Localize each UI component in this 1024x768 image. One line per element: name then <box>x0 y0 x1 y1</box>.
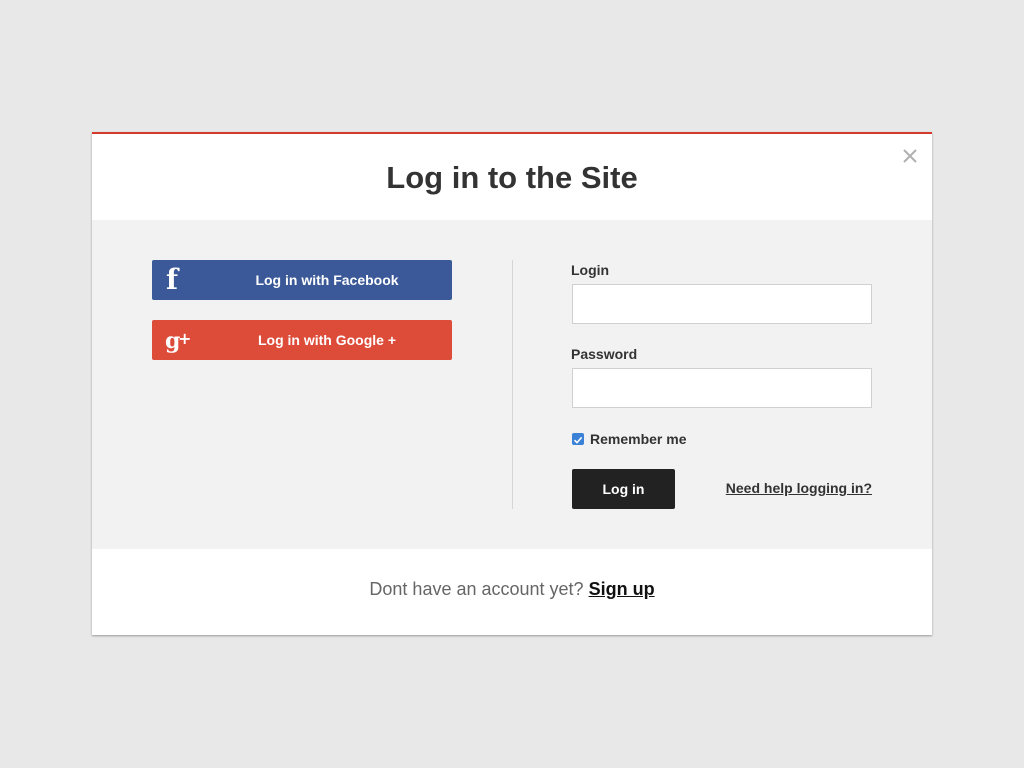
remember-me-checkbox[interactable] <box>572 433 584 445</box>
modal-body: f Log in with Facebook g + Log in with G… <box>92 220 932 549</box>
google-plus-icon: g + <box>152 320 202 360</box>
facebook-login-button[interactable]: f Log in with Facebook <box>152 260 452 300</box>
login-modal: Log in to the Site f Log in with Faceboo… <box>92 132 932 635</box>
password-input[interactable] <box>572 368 872 408</box>
modal-header: Log in to the Site <box>92 134 932 220</box>
login-input[interactable] <box>572 284 872 324</box>
google-login-label: Log in with Google + <box>257 332 397 348</box>
facebook-icon: f <box>166 263 179 296</box>
facebook-login-label: Log in with Facebook <box>255 272 399 288</box>
close-icon[interactable] <box>900 146 920 166</box>
login-label: Login <box>571 262 610 278</box>
signup-link[interactable]: Sign up <box>589 579 655 599</box>
signup-prompt: Dont have an account yet? <box>369 579 584 599</box>
remember-me-label[interactable]: Remember me <box>590 431 687 447</box>
vertical-divider <box>512 260 513 509</box>
google-login-button[interactable]: g + Log in with Google + <box>152 320 452 360</box>
checkmark-icon <box>573 436 583 444</box>
signup-prompt-row: Dont have an account yet? Sign up <box>92 579 932 600</box>
login-button[interactable]: Log in <box>572 469 675 509</box>
help-link[interactable]: Need help logging in? <box>726 480 872 496</box>
svg-text:+: + <box>178 329 191 348</box>
modal-footer: Dont have an account yet? Sign up <box>92 549 932 635</box>
modal-title: Log in to the Site <box>386 160 638 195</box>
password-label: Password <box>571 346 638 362</box>
